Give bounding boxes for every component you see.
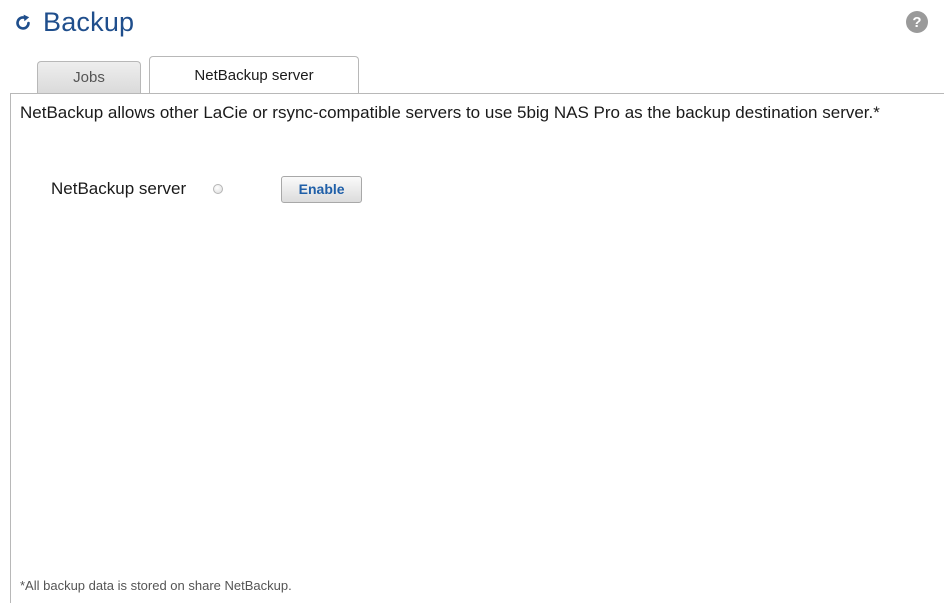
tab-netbackup-server[interactable]: NetBackup server xyxy=(149,56,359,93)
refresh-icon[interactable] xyxy=(12,12,34,34)
netbackup-server-row: NetBackup server Enable xyxy=(51,174,363,204)
status-dot-icon xyxy=(213,184,224,194)
help-icon[interactable]: ? xyxy=(906,11,928,33)
tab-bar: Jobs NetBackup server xyxy=(37,56,367,93)
backup-page: Backup ? Jobs NetBackup server NetBackup… xyxy=(0,0,944,603)
netbackup-server-label: NetBackup server xyxy=(51,179,187,198)
tab-jobs[interactable]: Jobs xyxy=(37,61,141,93)
description-text: NetBackup allows other LaCie or rsync-co… xyxy=(20,103,880,122)
page-title: Backup xyxy=(43,6,135,37)
content-panel: NetBackup allows other LaCie or rsync-co… xyxy=(10,93,944,603)
footnote: *All backup data is stored on share NetB… xyxy=(20,578,292,593)
enable-button[interactable]: Enable xyxy=(281,175,363,203)
page-header: Backup xyxy=(12,4,134,40)
